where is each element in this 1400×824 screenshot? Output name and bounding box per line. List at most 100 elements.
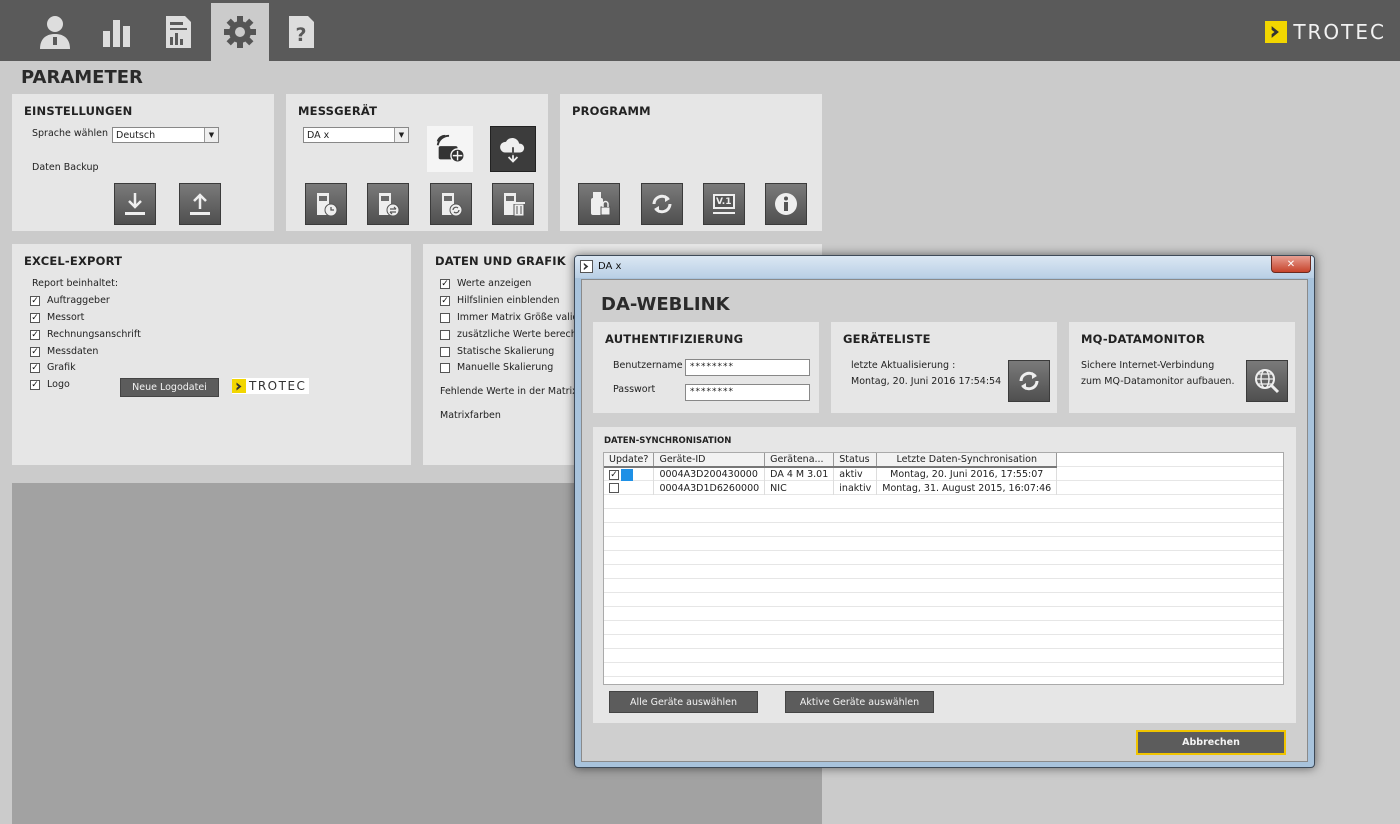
- device-connect-button[interactable]: [427, 126, 473, 172]
- update-cell[interactable]: [604, 481, 655, 495]
- geraeteliste-title: GERÄTELISTE: [843, 332, 931, 346]
- checkbox[interactable]: ✓: [30, 295, 40, 306]
- device-transfer-icon: [379, 193, 400, 217]
- program-info-button[interactable]: [765, 183, 807, 225]
- report-icon[interactable]: [149, 3, 207, 61]
- checkbox[interactable]: [609, 483, 619, 493]
- column-header-status[interactable]: Status: [833, 453, 878, 468]
- svg-text:?: ?: [295, 24, 306, 46]
- connect-mq-button[interactable]: [1246, 360, 1288, 402]
- select-all-devices-button[interactable]: Alle Geräte auswählen: [609, 691, 758, 713]
- option-label: Hilfslinien einblenden: [457, 295, 560, 306]
- program-version-button[interactable]: V.1: [703, 183, 745, 225]
- einstellungen-title: EINSTELLUNGEN: [24, 104, 133, 118]
- sync-panel: DATEN-SYNCHRONISATION Update? Geräte-ID …: [593, 427, 1296, 723]
- status-cell: aktiv: [833, 467, 878, 481]
- option-zusaetzliche-werte[interactable]: zusätzliche Werte berechne: [440, 329, 589, 340]
- password-input[interactable]: ********: [685, 384, 810, 401]
- option-label: Auftraggeber: [47, 295, 110, 306]
- option-messdaten[interactable]: ✓ Messdaten: [30, 346, 98, 357]
- table-row[interactable]: 0004A3D1D6260000 NIC inaktiv Montag, 31.…: [604, 481, 1058, 495]
- backup-upload-button[interactable]: [179, 183, 221, 225]
- option-messort[interactable]: ✓ Messort: [30, 312, 84, 323]
- trotec-logo-mark: [232, 379, 246, 393]
- last-update-value: Montag, 20. Juni 2016 17:54:54: [851, 376, 1002, 387]
- language-select[interactable]: Deutsch ▼: [112, 127, 219, 143]
- device-transfer-button[interactable]: [367, 183, 409, 225]
- missing-values-label: Fehlende Werte in der Matrix: [440, 386, 578, 397]
- column-header-last-sync[interactable]: Letzte Daten-Synchronisation: [876, 453, 1058, 468]
- checkbox[interactable]: ✓: [30, 312, 40, 323]
- refresh-device-list-button[interactable]: [1008, 360, 1050, 402]
- usb-lock-icon: [591, 192, 611, 216]
- device-delete-button[interactable]: [492, 183, 534, 225]
- new-logo-button[interactable]: Neue Logodatei: [120, 378, 219, 397]
- checkbox[interactable]: ✓: [30, 346, 40, 357]
- globe-search-icon: [1255, 369, 1280, 394]
- option-grafik[interactable]: ✓ Grafik: [30, 362, 76, 373]
- device-sync-button[interactable]: [430, 183, 472, 225]
- cancel-button[interactable]: Abbrechen: [1136, 730, 1286, 755]
- update-cell[interactable]: ✓: [604, 467, 655, 481]
- device-sync-icon: [442, 193, 463, 217]
- mq-description-line2: zum MQ-Datamonitor aufbauen.: [1081, 376, 1235, 387]
- help-icon[interactable]: ?: [272, 3, 330, 61]
- option-label: zusätzliche Werte berechne: [457, 329, 589, 340]
- gear-icon[interactable]: [211, 3, 269, 61]
- option-matrix-validieren[interactable]: Immer Matrix Größe validier: [440, 312, 591, 323]
- program-update-button[interactable]: [641, 183, 683, 225]
- checkbox[interactable]: ✓: [30, 329, 40, 340]
- messgeraet-title: MESSGERÄT: [298, 104, 378, 118]
- bar-chart-icon[interactable]: [88, 3, 146, 61]
- device-time-button[interactable]: [305, 183, 347, 225]
- trotec-logo-text: TROTEC: [249, 379, 307, 393]
- device-wireless-icon: [436, 134, 465, 163]
- device-select[interactable]: DA x ▼: [303, 127, 409, 143]
- option-statische-skalierung[interactable]: Statische Skalierung: [440, 346, 554, 357]
- option-auftraggeber[interactable]: ✓ Auftraggeber: [30, 295, 110, 306]
- report-label: Report beinhaltet:: [32, 278, 119, 289]
- table-row[interactable]: ✓ 0004A3D200430000 DA 4 M 3.01 aktiv Mon…: [604, 467, 1058, 481]
- checkbox[interactable]: ✓: [440, 295, 450, 306]
- matrix-colors-label: Matrixfarben: [440, 410, 501, 421]
- option-rechnungsanschrift[interactable]: ✓ Rechnungsanschrift: [30, 329, 141, 340]
- backup-download-button[interactable]: [114, 183, 156, 225]
- device-id-cell: 0004A3D1D6260000: [653, 481, 766, 495]
- option-label: Werte anzeigen: [457, 278, 532, 289]
- cloud-download-button[interactable]: [490, 126, 536, 172]
- backup-label: Daten Backup: [32, 162, 99, 173]
- close-icon[interactable]: ✕: [1271, 256, 1311, 273]
- option-hilfslinien[interactable]: ✓ Hilfslinien einblenden: [440, 295, 559, 306]
- checkbox[interactable]: ✓: [609, 469, 619, 480]
- column-header-name[interactable]: Gerätena...: [764, 453, 835, 468]
- cloud-download-icon: [500, 137, 525, 163]
- column-header-update[interactable]: Update?: [604, 453, 655, 468]
- status-cell: inaktiv: [833, 481, 878, 495]
- download-icon: [125, 193, 145, 215]
- option-logo[interactable]: ✓ Logo: [30, 379, 70, 390]
- checkbox[interactable]: [440, 312, 450, 323]
- excel-export-panel: EXCEL-EXPORT Report beinhaltet: ✓ Auftrag…: [12, 244, 411, 465]
- checkbox[interactable]: [440, 346, 450, 357]
- device-grid: Update? Geräte-ID Gerätena... Status Let…: [604, 453, 1058, 495]
- messgeraet-panel: MESSGERÄT DA x ▼: [286, 94, 548, 231]
- trotec-logo-preview: TROTEC: [232, 378, 310, 394]
- checkbox[interactable]: [440, 362, 450, 373]
- checkbox[interactable]: ✓: [30, 362, 40, 373]
- select-active-devices-button[interactable]: Aktive Geräte auswählen: [785, 691, 934, 713]
- checkbox[interactable]: [440, 329, 450, 340]
- option-manuelle-skalierung[interactable]: Manuelle Skalierung: [440, 362, 553, 373]
- username-label: Benutzername: [613, 360, 683, 371]
- programm-title: PROGRAMM: [572, 104, 651, 118]
- license-button[interactable]: [578, 183, 620, 225]
- option-werte-anzeigen[interactable]: ✓ Werte anzeigen: [440, 278, 531, 289]
- username-input[interactable]: ********: [685, 359, 810, 376]
- trotec-logo-text: TROTEC: [1293, 20, 1386, 44]
- last-sync-cell: Montag, 20. Juni 2016, 17:55:07: [876, 467, 1058, 481]
- checkbox[interactable]: ✓: [30, 379, 40, 390]
- upload-icon: [190, 193, 210, 215]
- user-icon[interactable]: [26, 3, 84, 61]
- mq-datamonitor-panel: MQ-DATAMONITOR Sichere Internet-Verbindu…: [1069, 322, 1295, 413]
- column-header-id[interactable]: Geräte-ID: [653, 453, 766, 468]
- checkbox[interactable]: ✓: [440, 278, 450, 289]
